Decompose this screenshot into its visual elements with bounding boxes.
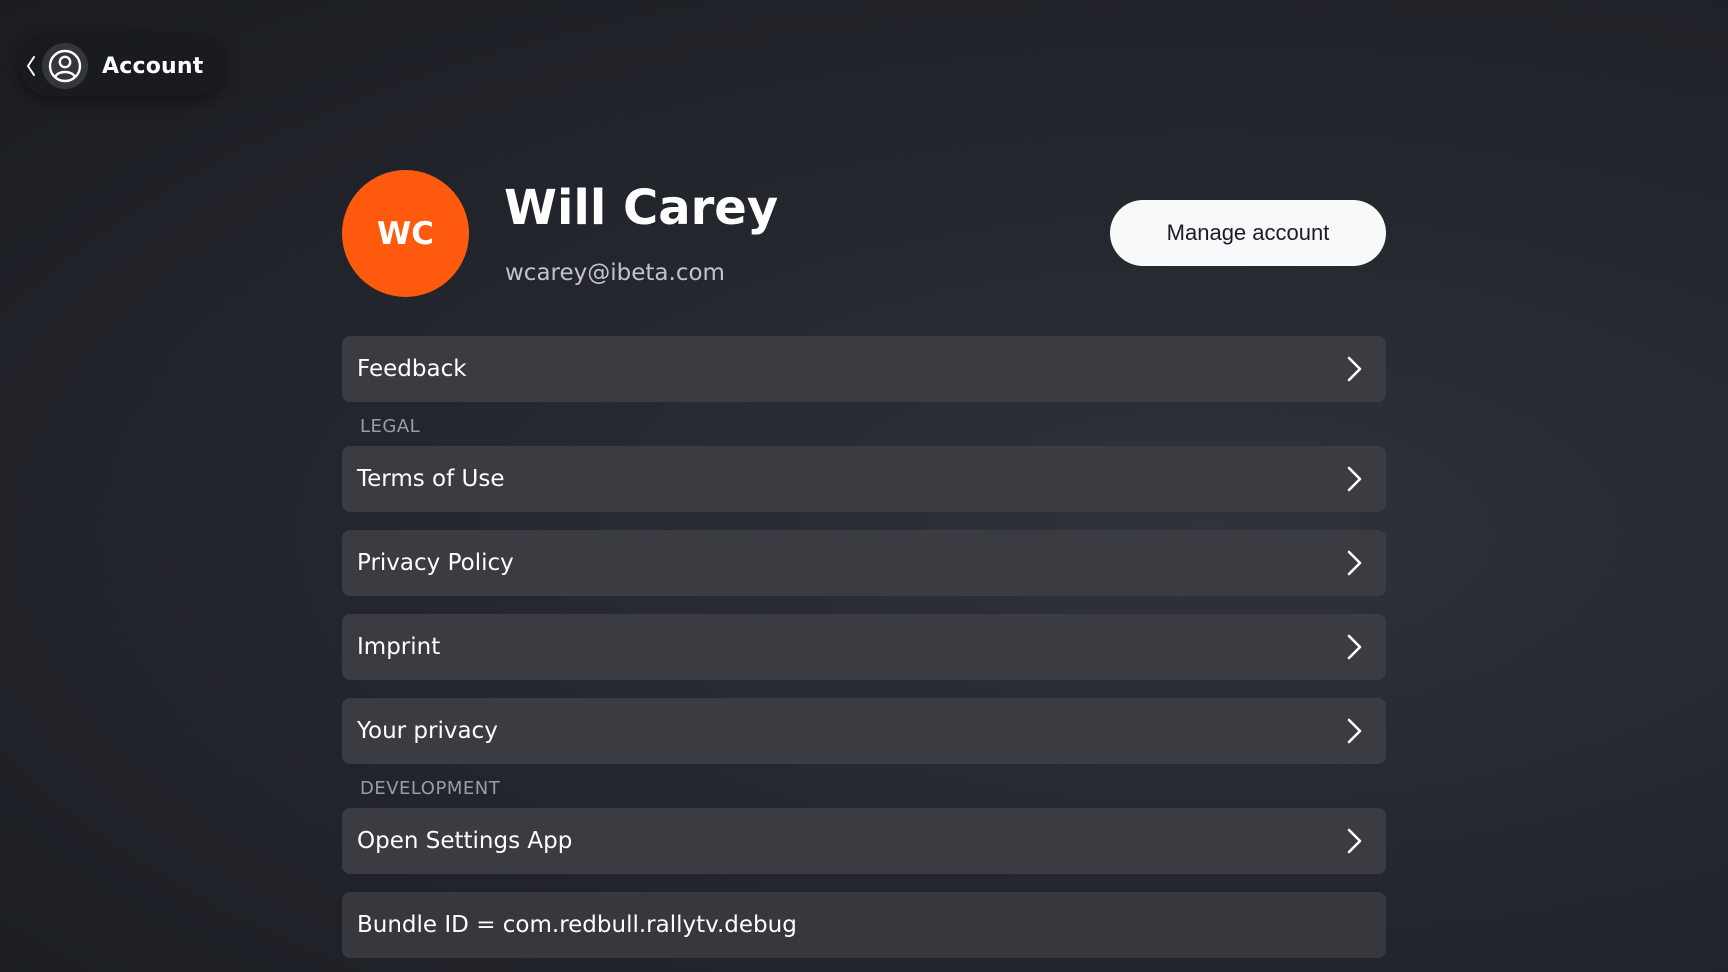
- row-label: Feedback: [357, 356, 467, 382]
- bundle-id-row: Bundle ID = com.redbull.rallytv.debug: [342, 892, 1386, 958]
- avatar: WC: [342, 170, 469, 297]
- row-label: Privacy Policy: [357, 550, 514, 576]
- privacy-policy-row[interactable]: Privacy Policy: [342, 530, 1386, 596]
- legal-section-header: LEGAL: [360, 416, 421, 437]
- chevron-right-icon: [1347, 718, 1362, 744]
- chevron-right-icon: [1347, 356, 1362, 382]
- imprint-row[interactable]: Imprint: [342, 614, 1386, 680]
- your-privacy-row[interactable]: Your privacy: [342, 698, 1386, 764]
- bundle-id-text: Bundle ID = com.redbull.rallytv.debug: [357, 912, 797, 938]
- chevron-right-icon: [1347, 466, 1362, 492]
- row-label: Imprint: [357, 634, 441, 660]
- terms-of-use-row[interactable]: Terms of Use: [342, 446, 1386, 512]
- row-label: Your privacy: [357, 718, 498, 744]
- chevron-right-icon: [1347, 550, 1362, 576]
- manage-account-button[interactable]: Manage account: [1110, 200, 1386, 266]
- account-content: WC Will Carey wcarey@ibeta.com Manage ac…: [342, 170, 1386, 958]
- page-title: Account: [102, 53, 204, 79]
- user-email: wcarey@ibeta.com: [505, 260, 725, 286]
- chevron-right-icon: [1347, 828, 1362, 854]
- back-chevron-icon[interactable]: [20, 51, 42, 81]
- row-label: Open Settings App: [357, 828, 573, 854]
- feedback-row[interactable]: Feedback: [342, 336, 1386, 402]
- row-label: Terms of Use: [357, 466, 505, 492]
- chevron-right-icon: [1347, 634, 1362, 660]
- account-header[interactable]: Account: [20, 36, 226, 96]
- profile-section: WC Will Carey wcarey@ibeta.com Manage ac…: [342, 170, 1386, 298]
- open-settings-app-row[interactable]: Open Settings App: [342, 808, 1386, 874]
- user-name: Will Carey: [504, 180, 779, 236]
- user-circle-icon: [42, 43, 88, 89]
- development-section-header: DEVELOPMENT: [360, 778, 501, 799]
